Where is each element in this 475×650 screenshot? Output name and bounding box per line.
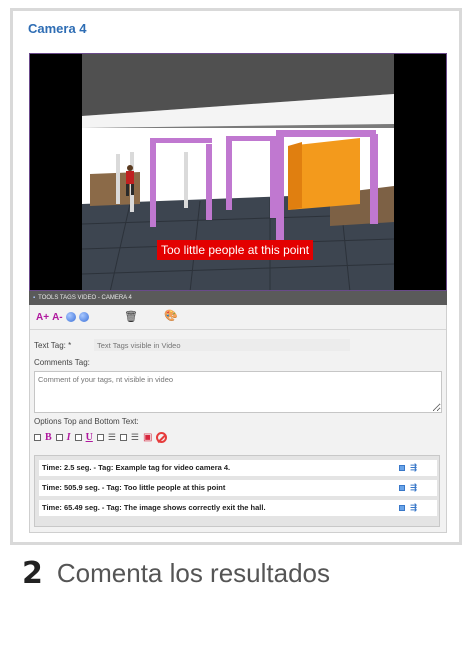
tag-row[interactable]: Time: 2.5 seg. - Tag: Example tag for vi… bbox=[39, 460, 437, 476]
comments-input[interactable] bbox=[34, 371, 442, 413]
text-tag-label: Text Tag: * bbox=[34, 341, 72, 350]
tags-list: Time: 2.5 seg. - Tag: Example tag for vi… bbox=[34, 455, 440, 527]
video-caption: Too little people at this point bbox=[157, 240, 314, 260]
video-icon: ▪ bbox=[33, 295, 36, 301]
text-tag-input[interactable] bbox=[94, 339, 350, 351]
options-toolbar: B I U ☰ ☰ ▣ bbox=[34, 431, 168, 443]
underline-icon[interactable]: U bbox=[86, 432, 93, 443]
step-number: 2 bbox=[22, 556, 43, 591]
edit-icon[interactable]: ⇶ bbox=[410, 460, 417, 476]
video-player[interactable]: Too little people at this point bbox=[29, 53, 447, 291]
edit-icon[interactable]: ⇶ bbox=[410, 480, 417, 496]
font-decrease-button[interactable]: A- bbox=[52, 312, 63, 323]
camera-title: Camera 4 bbox=[28, 21, 87, 36]
play-icon[interactable] bbox=[399, 465, 406, 471]
comments-label: Comments Tag: bbox=[34, 358, 90, 367]
italic-checkbox[interactable] bbox=[55, 433, 63, 441]
font-increase-button[interactable]: A+ bbox=[36, 312, 49, 323]
tag-text: Time: 505.9 seg. - Tag: Too little peopl… bbox=[42, 483, 226, 492]
divider bbox=[30, 329, 446, 330]
tag-row[interactable]: Time: 505.9 seg. - Tag: Too little peopl… bbox=[39, 480, 437, 496]
bold-icon[interactable]: B bbox=[45, 432, 52, 443]
options-label: Options Top and Bottom Text: bbox=[34, 417, 139, 426]
play-icon[interactable] bbox=[399, 485, 406, 491]
tag-text: Time: 2.5 seg. - Tag: Example tag for vi… bbox=[42, 463, 231, 472]
align-center-icon[interactable]: ☰ bbox=[131, 432, 139, 443]
italic-icon[interactable]: I bbox=[67, 432, 71, 443]
step-text: Comenta los resultados bbox=[56, 558, 331, 588]
footer-step: 2 Comenta los resultados bbox=[22, 556, 330, 591]
align-left-checkbox[interactable] bbox=[96, 433, 104, 441]
tag-row[interactable]: Time: 65.49 seg. - Tag: The image shows … bbox=[39, 500, 437, 516]
align-center-checkbox[interactable] bbox=[119, 433, 127, 441]
trash-icon[interactable]: 🗑 bbox=[124, 310, 138, 323]
tools-header-title: TOOLS TAGS VIDEO - CAMERA 4 bbox=[38, 295, 132, 301]
bold-checkbox[interactable] bbox=[34, 433, 41, 441]
camera-card: Camera 4 Too little people at this point… bbox=[10, 8, 462, 545]
save-icon[interactable]: ▣ bbox=[143, 432, 152, 443]
cancel-icon[interactable] bbox=[156, 431, 168, 443]
play-icon[interactable] bbox=[399, 505, 406, 511]
tag-text: Time: 65.49 seg. - Tag: The image shows … bbox=[42, 503, 266, 512]
tools-panel: A+ A- 🗑 🎨 Text Tag: * Comments Tag: Opti… bbox=[29, 305, 447, 533]
tools-header: ▪ TOOLS TAGS VIDEO - CAMERA 4 bbox=[29, 291, 447, 305]
next-icon[interactable] bbox=[78, 312, 89, 322]
underline-checkbox[interactable] bbox=[74, 433, 82, 441]
edit-icon[interactable]: ⇶ bbox=[410, 500, 417, 516]
palette-icon[interactable]: 🎨 bbox=[164, 309, 178, 322]
align-left-icon[interactable]: ☰ bbox=[108, 432, 116, 443]
previous-icon[interactable] bbox=[65, 312, 76, 322]
font-toolbar: A+ A- bbox=[36, 310, 89, 324]
